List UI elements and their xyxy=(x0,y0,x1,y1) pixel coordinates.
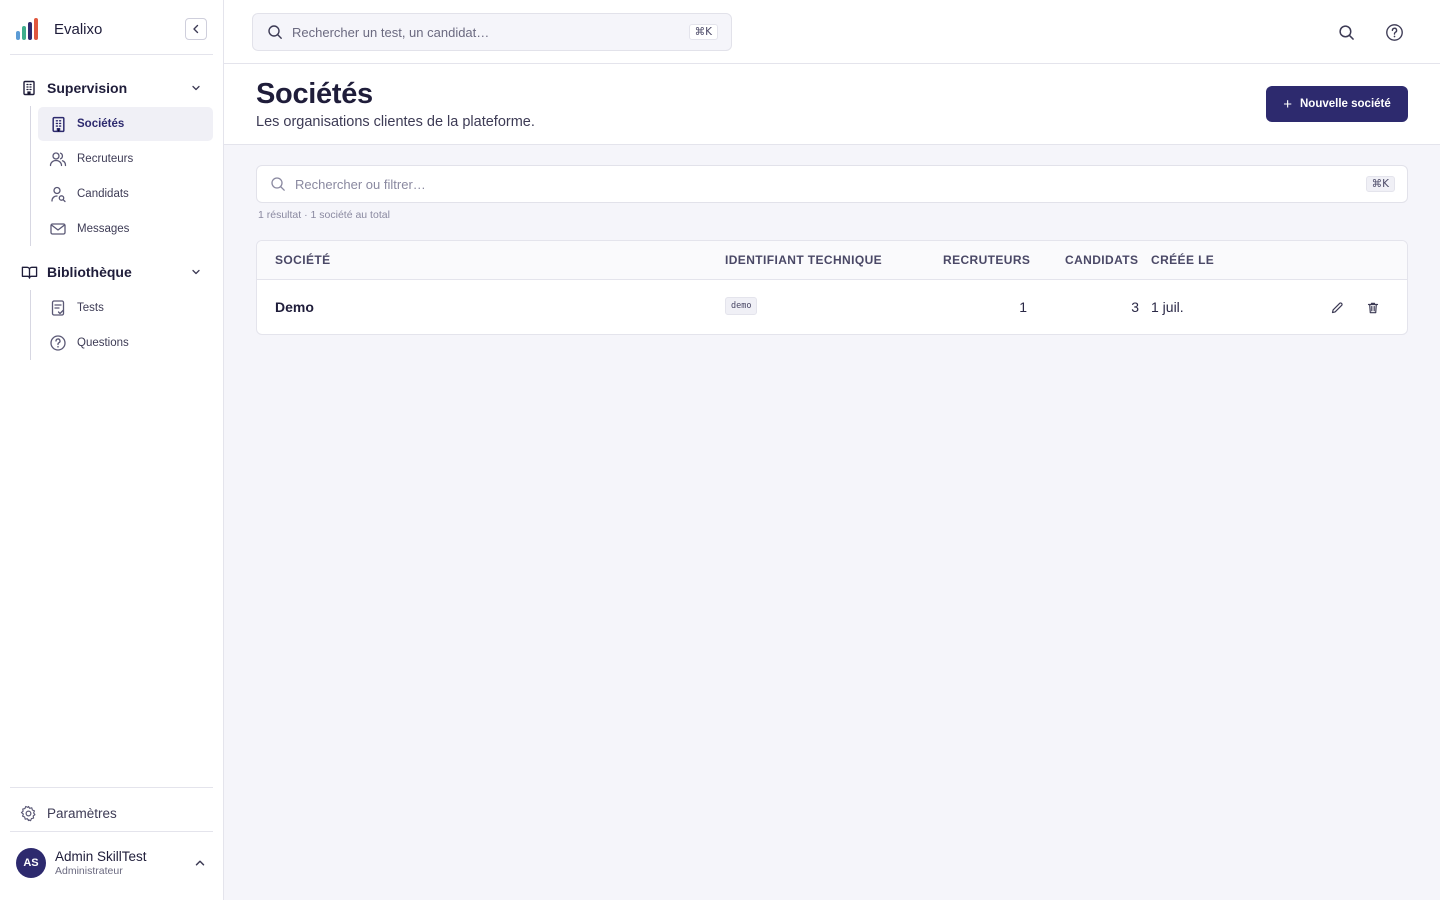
chevron-down-icon xyxy=(189,81,203,95)
table-header: SOCIÉTÉ IDENTIFIANT TECHNIQUE RECRUTEURS… xyxy=(257,241,1407,280)
slug-tag: demo xyxy=(725,297,758,315)
divider xyxy=(10,54,213,55)
new-company-button-label: Nouvelle société xyxy=(1300,98,1391,110)
global-search-input[interactable]: Rechercher un test, un candidat… ⌘K xyxy=(252,13,732,51)
nav-group-supervision[interactable]: Supervision xyxy=(10,75,213,101)
column-header-societe[interactable]: SOCIÉTÉ xyxy=(275,253,330,267)
candidates-count: 3 xyxy=(1131,299,1139,315)
nav-rail xyxy=(30,106,31,246)
company-name[interactable]: Demo xyxy=(275,299,314,315)
gear-icon xyxy=(20,805,37,822)
recruiters-count: 1 xyxy=(1019,299,1027,315)
result-count: 1 résultat · 1 société au total xyxy=(258,209,390,221)
edit-button[interactable] xyxy=(1328,299,1346,317)
sidebar-item-label: Questions xyxy=(77,337,129,349)
sidebar-item-label: Tests xyxy=(77,302,104,314)
help-button[interactable] xyxy=(1384,22,1404,42)
pencil-icon xyxy=(1331,302,1343,314)
nav-group-label: Bibliothèque xyxy=(47,264,132,280)
mail-icon xyxy=(48,219,68,239)
plus-icon: + xyxy=(1283,95,1292,113)
user-role: Administrateur xyxy=(55,864,123,877)
user-search-icon xyxy=(48,184,68,204)
sidebar-item-candidats[interactable]: Candidats xyxy=(38,177,213,211)
sidebar-item-messages[interactable]: Messages xyxy=(38,212,213,246)
sidebar: Evalixo Supervision Sociétés Recruteurs … xyxy=(0,0,224,900)
global-search-placeholder: Rechercher un test, un candidat… xyxy=(292,24,490,40)
filter-input[interactable]: Rechercher ou filtrer… ⌘K xyxy=(256,165,1408,203)
sidebar-item-label: Messages xyxy=(77,223,130,235)
shortcut-badge: ⌘K xyxy=(688,24,718,40)
sidebar-item-label: Recruteurs xyxy=(77,153,134,165)
companies-table: SOCIÉTÉ IDENTIFIANT TECHNIQUE RECRUTEURS… xyxy=(256,240,1408,335)
chevron-down-icon xyxy=(189,265,203,279)
user-name: Admin SkillTest xyxy=(55,848,147,864)
column-header-identifiant[interactable]: IDENTIFIANT TECHNIQUE xyxy=(725,253,882,267)
shortcut-badge: ⌘K xyxy=(1365,176,1395,192)
brand-name: Evalixo xyxy=(54,20,103,38)
avatar: AS xyxy=(16,848,46,878)
new-company-button[interactable]: + Nouvelle société xyxy=(1266,86,1408,122)
topbar: Rechercher un test, un candidat… ⌘K xyxy=(224,0,1440,64)
building-icon xyxy=(48,114,68,134)
nav-group-bibliotheque[interactable]: Bibliothèque xyxy=(10,259,213,285)
users-icon xyxy=(48,149,68,169)
chevron-left-icon xyxy=(193,24,199,34)
page-title: Sociétés xyxy=(256,78,373,110)
search-button[interactable] xyxy=(1336,22,1356,42)
table-row[interactable]: Demo demo 1 3 1 juil. xyxy=(257,280,1407,334)
filter-placeholder: Rechercher ou filtrer… xyxy=(295,176,426,192)
building-icon xyxy=(20,79,38,97)
divider xyxy=(10,787,213,788)
chevron-up-icon xyxy=(192,855,208,871)
user-menu[interactable]: AS Admin SkillTest Administrateur xyxy=(16,847,212,879)
column-header-candidats[interactable]: CANDIDATS xyxy=(1065,253,1138,267)
trash-icon xyxy=(1367,302,1379,314)
search-icon xyxy=(1338,24,1354,40)
help-circle-icon xyxy=(48,333,68,353)
page-header: Sociétés Les organisations clientes de l… xyxy=(224,64,1440,145)
nav-rail xyxy=(30,290,31,360)
sidebar-item-questions[interactable]: Questions xyxy=(38,326,213,360)
settings-label: Paramètres xyxy=(47,805,117,821)
collapse-sidebar-button[interactable] xyxy=(185,18,207,40)
sidebar-item-recruteurs[interactable]: Recruteurs xyxy=(38,142,213,176)
help-circle-icon xyxy=(1385,23,1403,41)
search-icon xyxy=(266,23,284,41)
sidebar-item-societes[interactable]: Sociétés xyxy=(38,107,213,141)
clipboard-check-icon xyxy=(48,298,68,318)
book-icon xyxy=(20,263,38,281)
sidebar-item-tests[interactable]: Tests xyxy=(38,291,213,325)
page-subtitle: Les organisations clientes de la platefo… xyxy=(256,114,535,130)
created-date: 1 juil. xyxy=(1151,299,1184,315)
sidebar-item-label: Candidats xyxy=(77,188,129,200)
search-icon xyxy=(270,176,286,192)
brand[interactable]: Evalixo xyxy=(16,18,102,40)
nav-group-label: Supervision xyxy=(47,80,128,96)
user-info: Admin SkillTest Administrateur xyxy=(55,849,192,878)
brand-logo-icon xyxy=(16,18,44,40)
column-header-recruteurs[interactable]: RECRUTEURS xyxy=(943,253,1030,267)
delete-button[interactable] xyxy=(1364,299,1382,317)
sidebar-item-settings[interactable]: Paramètres xyxy=(20,803,117,823)
column-header-creee-le[interactable]: CRÉÉE LE xyxy=(1151,253,1214,267)
sidebar-item-label: Sociétés xyxy=(77,118,125,130)
divider xyxy=(10,831,213,832)
